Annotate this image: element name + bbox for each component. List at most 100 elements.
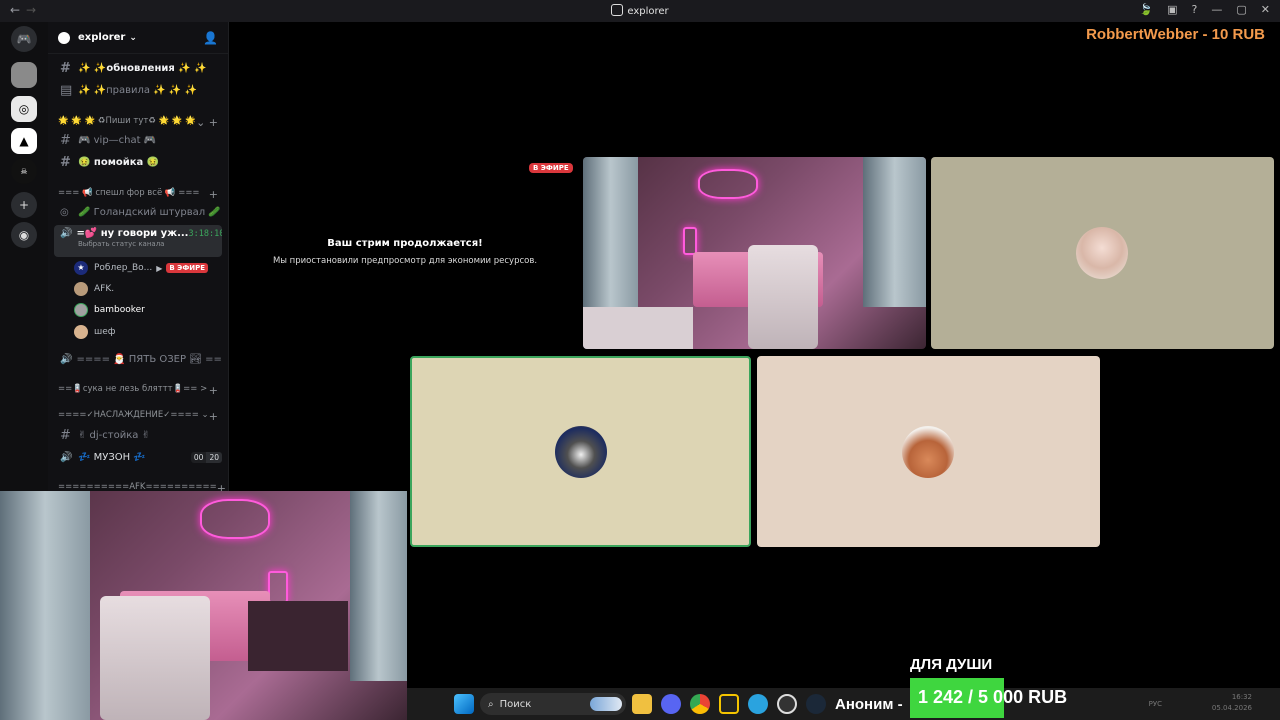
discord-taskbar-icon[interactable]	[661, 694, 681, 714]
telegram-icon[interactable]	[748, 694, 768, 714]
nightstand	[248, 601, 348, 671]
avatar	[555, 426, 607, 478]
add-channel-icon[interactable]: +	[209, 384, 218, 397]
server-rail: 🎮 ◎ ▲ ☠ + ◉	[0, 22, 48, 492]
server-icon-1[interactable]	[11, 62, 37, 88]
leaf-icon[interactable]: 🍃	[1139, 3, 1153, 16]
donation-goal-title: ДЛЯ ДУШИ	[910, 656, 993, 673]
clock-date: 05.04.2026	[1211, 704, 1252, 712]
help-icon[interactable]: ?	[1192, 3, 1198, 16]
avatar: ★	[74, 261, 88, 275]
user-limit: 00 20	[190, 451, 222, 463]
donation-ticker: Аноним -	[835, 696, 903, 713]
channel-rules[interactable]: ▤ ✨ ✨правила ✨ ✨ ✨	[54, 80, 222, 100]
user-tile-speaking[interactable]	[410, 356, 751, 547]
add-channel-icon[interactable]: ⌄ +	[196, 116, 218, 129]
windows-taskbar: ⌕ Поиск Аноним - РУС 16:32 05.04.2026	[407, 688, 1280, 720]
minimize-icon[interactable]: —	[1211, 3, 1222, 16]
stream-paused-title: Ваш стрим продолжается!	[327, 238, 483, 249]
rules-channel-icon: ▤	[60, 82, 73, 98]
avatar	[1076, 227, 1128, 279]
channel-trash[interactable]: # 🤢 помойка 🤢	[54, 152, 222, 172]
server-icon-2[interactable]: ◎	[11, 96, 37, 122]
neon-lamp	[268, 571, 288, 603]
speaker-icon: 🔊	[60, 451, 73, 463]
voice-user[interactable]: шеф	[74, 323, 222, 341]
system-tray[interactable]: РУС 16:32 05.04.2026	[1149, 692, 1252, 714]
search-highlight-icon	[590, 697, 622, 711]
chrome-icon[interactable]	[690, 694, 710, 714]
category-write-here[interactable]: 🌟 🌟 🌟 ♻Пиши тут♻ 🌟 🌟 🌟 ⌄ +	[58, 116, 218, 129]
stream-paused-notice: Ваш стрим продолжается! Мы приостановили…	[260, 238, 550, 266]
app-icon[interactable]	[719, 694, 739, 714]
server-header[interactable]: explorer ⌄ 👤	[48, 22, 228, 54]
neon-lamp	[683, 227, 697, 255]
windows-start-icon[interactable]	[454, 694, 474, 714]
close-icon[interactable]: ✕	[1261, 3, 1270, 16]
steam-icon[interactable]	[806, 694, 826, 714]
inbox-icon[interactable]: ▣	[1167, 3, 1177, 16]
stage-icon: ◎	[60, 206, 69, 218]
window-curtain	[863, 157, 926, 307]
voice-channel-active[interactable]: 🔊 =💕 ну говори уж... 3:18:10 Выбрать ста…	[54, 225, 222, 257]
category-pleasure[interactable]: ====✓НАСЛАЖДЕНИЕ✓==== ⌄ +	[58, 410, 218, 423]
taskbar-search[interactable]: ⌕ Поиск	[480, 693, 626, 715]
voice-timer: 3:18:10	[188, 228, 222, 239]
discover-icon[interactable]: ◉	[11, 222, 37, 248]
chevron-down-icon: ⌄	[129, 32, 137, 43]
category-special[interactable]: === 📢 спешл фор всё 📢 === +	[58, 188, 218, 201]
server-icon-3[interactable]: ▲	[11, 128, 37, 154]
discord-home-icon[interactable]: 🎮	[11, 26, 37, 52]
avatar	[74, 325, 88, 339]
chair	[100, 596, 210, 720]
channel-sidebar: explorer ⌄ 👤 # ✨ ✨обновления ✨ ✨ ▤ ✨ ✨прав…	[48, 22, 229, 492]
camera-icon: ▶	[156, 263, 163, 273]
desk	[583, 307, 693, 349]
user-tile[interactable]	[757, 356, 1100, 547]
text-channel-icon: #	[60, 132, 71, 148]
obs-icon[interactable]	[777, 694, 797, 714]
add-server-icon[interactable]: +	[11, 192, 37, 218]
channel-dutch-wheel[interactable]: ◎ 🥒 Голандский штурвал 🥒	[54, 202, 222, 222]
live-badge: В ЭФИРЕ	[166, 263, 209, 273]
channel-five-lakes[interactable]: 🔊==== 🎅 ПЯТЬ ОЗЕР 🏞 ====	[54, 349, 222, 369]
neon-sign	[200, 499, 270, 539]
channel-dj[interactable]: # ✌ dj-стойка ✌	[54, 425, 222, 445]
stream-tile[interactable]	[583, 157, 926, 349]
invite-icon[interactable]: 👤	[203, 31, 218, 45]
stream-paused-subtitle: Мы приостановили предпросмотр для эконом…	[272, 256, 538, 266]
add-channel-icon[interactable]: +	[209, 410, 218, 423]
live-badge: В ЭФИРЕ	[529, 163, 573, 173]
chair	[748, 245, 818, 349]
server-icon-crazy-team[interactable]: ☠	[11, 158, 37, 184]
discord-window-icon	[611, 4, 624, 16]
server-name: explorer	[78, 32, 126, 43]
channel-updates[interactable]: # ✨ ✨обновления ✨ ✨	[54, 58, 222, 78]
server-gear-icon	[58, 31, 70, 44]
channel-music[interactable]: 🔊 💤 МУЗОН 💤 00 20	[54, 447, 222, 467]
donation-goal-bar: 1 242 / 5 000 RUB	[910, 678, 1090, 718]
neon-sign	[698, 169, 758, 199]
maximize-icon[interactable]: ▢	[1236, 3, 1246, 16]
category-suka[interactable]: ==🪫сука не лезь бляттт🪫== > +	[58, 384, 218, 397]
window-controls: 🍃 ▣ ? — ▢ ✕	[1139, 3, 1270, 16]
donation-goal-text: 1 242 / 5 000 RUB	[918, 687, 1068, 707]
channel-vip-chat[interactable]: # 🎮 vip—chat 🎮	[54, 130, 222, 150]
window-title: explorer	[0, 4, 1280, 17]
text-channel-icon: #	[60, 427, 71, 443]
add-channel-icon[interactable]: +	[209, 188, 218, 201]
voice-user[interactable]: AFK.	[74, 280, 222, 298]
window-curtain	[0, 491, 90, 720]
speaker-icon: 🔊	[60, 353, 73, 365]
voice-user[interactable]: ★ Роблер_Во... ▶ В ЭФИРЕ	[74, 259, 222, 277]
file-explorer-icon[interactable]	[632, 694, 652, 714]
webcam-overlay	[0, 491, 407, 720]
channel-status[interactable]: Выбрать статус канала	[78, 240, 222, 248]
text-channel-icon: #	[60, 60, 71, 76]
user-tile[interactable]	[931, 157, 1274, 349]
voice-user[interactable]: bambooker	[74, 301, 222, 319]
avatar	[74, 282, 88, 296]
speaker-icon: 🔊	[60, 228, 73, 239]
window-curtain	[350, 491, 407, 681]
avatar	[902, 426, 954, 478]
